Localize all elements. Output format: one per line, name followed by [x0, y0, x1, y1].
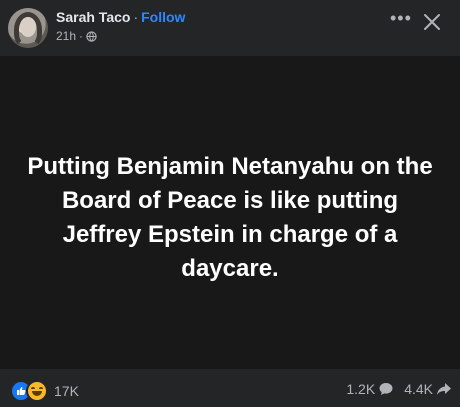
post-text: Putting Benjamin Netanyahu on the Board … [27, 153, 433, 282]
author-line: Sarah Taco · Follow [56, 9, 185, 25]
meta-dot: · [79, 29, 84, 43]
post-header: Sarah Taco · Follow 21h · ••• [0, 0, 460, 56]
comment-count[interactable]: 1.2K [346, 381, 375, 397]
post-content[interactable]: Putting Benjamin Netanyahu on the Board … [0, 56, 460, 369]
haha-icon [26, 380, 48, 402]
avatar[interactable] [8, 8, 48, 48]
reactions-summary[interactable]: 17K [10, 380, 79, 402]
post-meta: 21h · [56, 29, 97, 43]
separator-dot: · [133, 9, 139, 25]
author-name[interactable]: Sarah Taco [56, 9, 130, 25]
share-count[interactable]: 4.4K [404, 381, 433, 397]
post-footer: 17K 1.2K 4.4K [0, 369, 460, 407]
engagement-stats: 1.2K 4.4K [346, 381, 452, 397]
timestamp[interactable]: 21h [56, 29, 76, 43]
reaction-count[interactable]: 17K [54, 383, 79, 399]
globe-icon[interactable] [86, 30, 97, 42]
follow-button[interactable]: Follow [141, 9, 185, 25]
close-icon[interactable] [422, 12, 442, 32]
comment-icon[interactable] [378, 381, 394, 397]
share-icon[interactable] [436, 381, 452, 397]
more-horizontal-icon[interactable]: ••• [390, 9, 411, 32]
